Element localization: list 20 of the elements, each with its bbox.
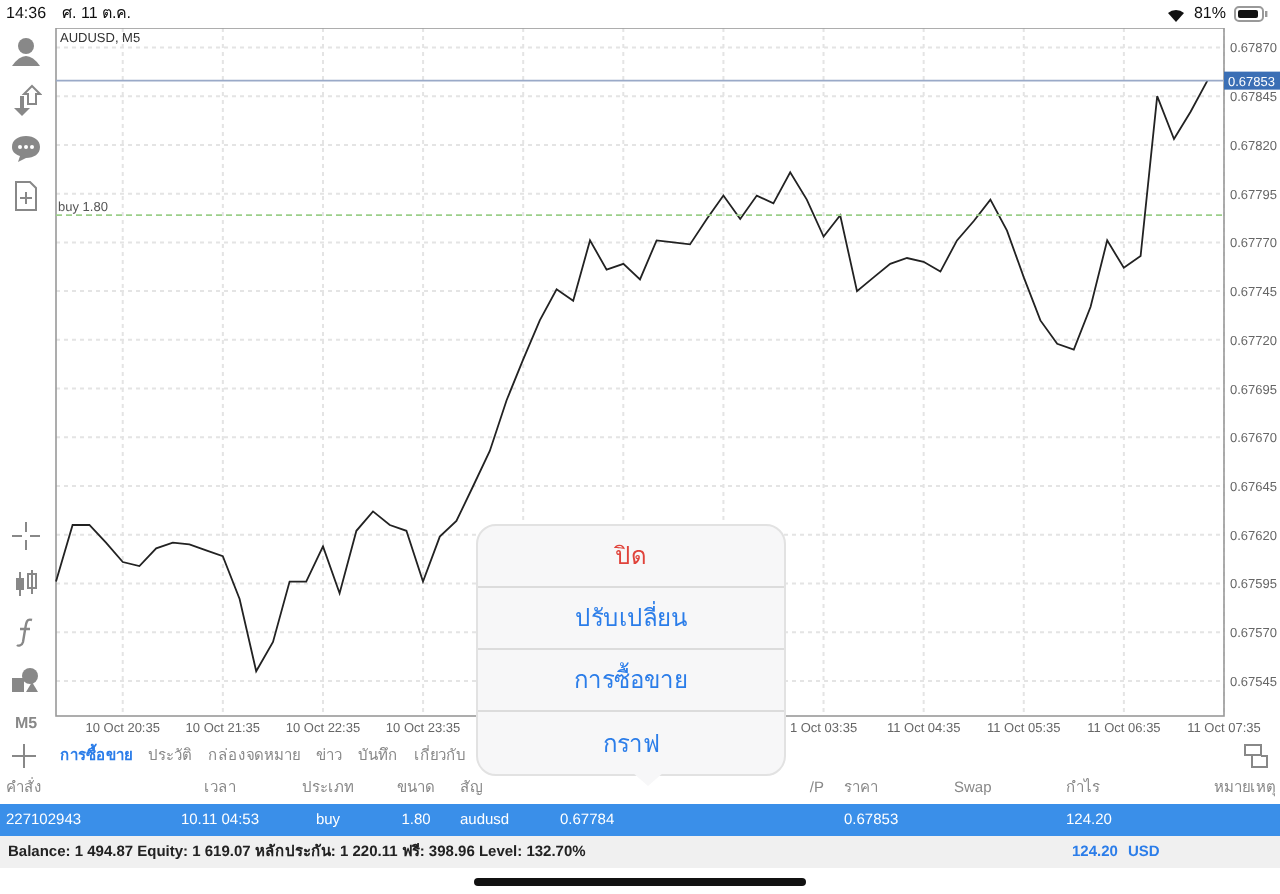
timeframe-button[interactable]: M5 — [14, 712, 38, 736]
account-icon[interactable] — [10, 36, 42, 68]
window-layout-icon[interactable] — [1244, 744, 1268, 768]
chat-icon[interactable] — [10, 132, 42, 164]
wifi-icon — [1165, 6, 1186, 22]
trade-arrows-icon[interactable] — [10, 84, 42, 116]
menu-item[interactable]: ปรับเปลี่ยน — [478, 588, 784, 650]
status-time: 14:36 — [6, 2, 47, 26]
candlestick-icon[interactable] — [10, 568, 42, 600]
home-indicator[interactable] — [474, 877, 806, 885]
menu-item[interactable]: ปิด — [478, 526, 784, 588]
battery-level: 81% — [1193, 2, 1226, 26]
crosshair-icon[interactable] — [10, 520, 42, 552]
status-date: ศ. 11 ต.ค. — [62, 2, 131, 26]
new-document-icon[interactable] — [10, 180, 42, 212]
menu-item[interactable]: กราฟ — [478, 712, 784, 774]
battery-icon — [1234, 6, 1268, 22]
menu-item[interactable]: การซื้อขาย — [478, 650, 784, 712]
shapes-icon[interactable] — [10, 664, 42, 696]
plus-icon[interactable] — [12, 744, 36, 768]
